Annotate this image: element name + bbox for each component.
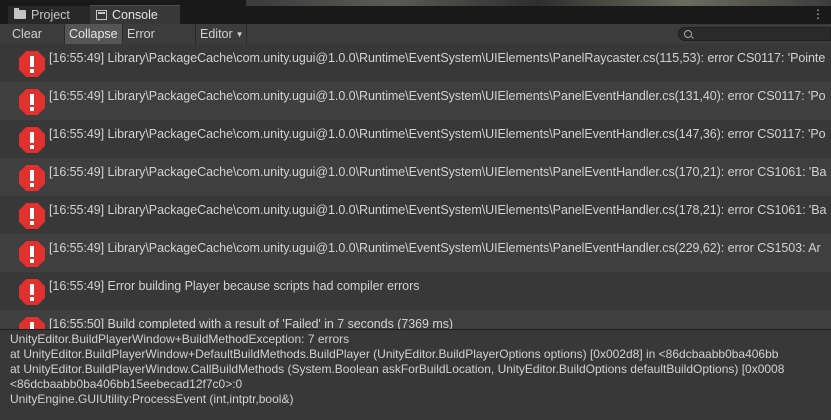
tab-project[interactable]: Project xyxy=(8,6,90,24)
stack-trace-pane[interactable]: UnityEditor.BuildPlayerWindow+BuildMetho… xyxy=(0,330,831,420)
error-icon xyxy=(19,317,45,329)
error-icon xyxy=(19,241,45,267)
log-entry[interactable]: [16:55:49] Error building Player because… xyxy=(0,272,831,310)
error-icon xyxy=(19,165,45,191)
log-entry[interactable]: [16:55:50] Build completed with a result… xyxy=(0,310,831,329)
error-icon xyxy=(19,279,45,305)
stack-trace-line: <86dcbaabb0ba406bb15eebecad12f7c0>:0 xyxy=(10,377,243,391)
error-icon xyxy=(19,51,45,77)
error-icon xyxy=(19,89,45,115)
editor-dropdown-label: Editor xyxy=(200,27,233,41)
window-tab-bar: Project Console ⋮ xyxy=(0,0,831,25)
log-entry-text: [16:55:49] Library\PackageCache\com.unit… xyxy=(49,89,826,103)
scene-view-edge xyxy=(246,0,831,6)
stack-trace-line: UnityEngine.GUIUtility:ProcessEvent (int… xyxy=(10,392,294,406)
console-icon xyxy=(96,9,107,20)
log-entry-text: [16:55:49] Error building Player because… xyxy=(49,279,420,293)
chevron-down-icon: ▼ xyxy=(235,30,244,39)
log-entry[interactable]: [16:55:49] Library\PackageCache\com.unit… xyxy=(0,82,831,120)
error-pause-toggle[interactable]: Error Pause xyxy=(123,24,196,61)
search-input[interactable] xyxy=(678,27,831,41)
tab-project-label: Project xyxy=(31,8,70,22)
tab-console-label: Console xyxy=(112,8,158,22)
log-entry-text: [16:55:49] Library\PackageCache\com.unit… xyxy=(49,51,826,65)
tab-menu-icon[interactable]: ⋮ xyxy=(812,7,824,21)
stack-trace-line: at UnityEditor.BuildPlayerWindow+Default… xyxy=(10,347,779,361)
log-entry[interactable]: [16:55:49] Library\PackageCache\com.unit… xyxy=(0,158,831,196)
log-entry[interactable]: [16:55:49] Library\PackageCache\com.unit… xyxy=(0,44,831,82)
log-entry[interactable]: [16:55:49] Library\PackageCache\com.unit… xyxy=(0,120,831,158)
error-icon xyxy=(19,127,45,153)
collapse-toggle[interactable]: Collapse xyxy=(65,24,123,44)
log-entry-text: [16:55:49] Library\PackageCache\com.unit… xyxy=(49,165,827,179)
console-log-list[interactable]: [16:55:49] Library\PackageCache\com.unit… xyxy=(0,44,831,329)
search-icon xyxy=(684,30,692,38)
log-entry-text: [16:55:49] Library\PackageCache\com.unit… xyxy=(49,241,821,255)
editor-dropdown[interactable]: Editor ▼ xyxy=(196,24,247,44)
log-entry-text: [16:55:50] Build completed with a result… xyxy=(49,317,454,329)
log-entry[interactable]: [16:55:49] Library\PackageCache\com.unit… xyxy=(0,234,831,272)
error-icon xyxy=(19,203,45,229)
stack-trace-line: UnityEditor.BuildPlayerWindow+BuildMetho… xyxy=(10,332,350,346)
log-entry-text: [16:55:49] Library\PackageCache\com.unit… xyxy=(49,127,826,141)
stack-trace-line: at UnityEditor.BuildPlayerWindow.CallBui… xyxy=(10,362,785,376)
log-entry-text: [16:55:49] Library\PackageCache\com.unit… xyxy=(49,203,827,217)
console-toolbar: Clear Collapse Error Pause Editor▼ xyxy=(0,24,831,61)
clear-button[interactable]: Clear xyxy=(8,24,65,44)
folder-icon xyxy=(14,8,26,20)
log-entry[interactable]: [16:55:49] Library\PackageCache\com.unit… xyxy=(0,196,831,234)
tab-console[interactable]: Console xyxy=(90,5,180,25)
